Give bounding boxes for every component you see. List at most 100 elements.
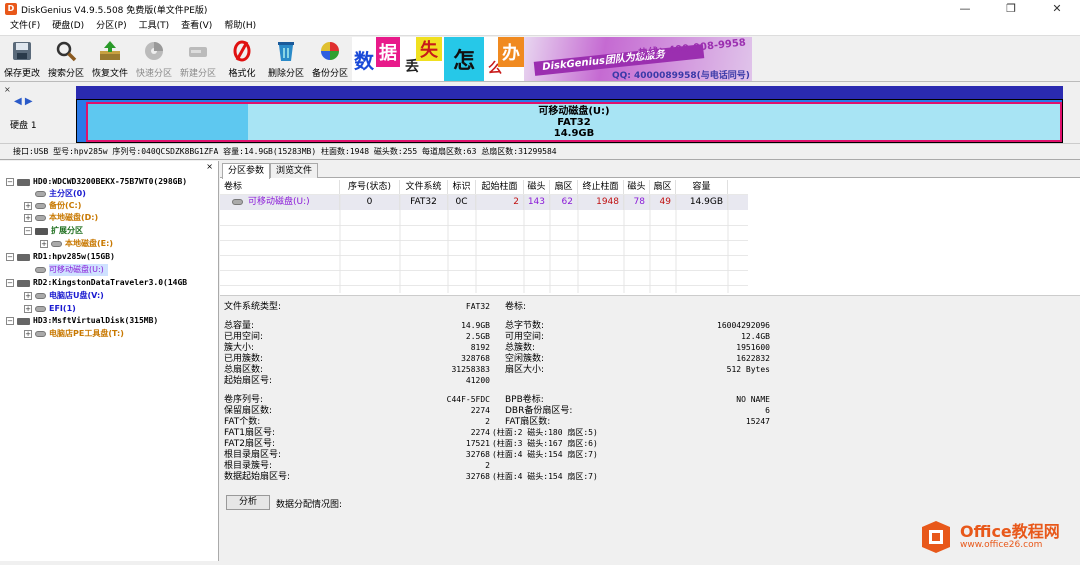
menu-partition[interactable]: 分区(P)	[90, 18, 132, 35]
menu-file[interactable]: 文件(F)	[4, 18, 46, 35]
table-cell-text: 0C	[455, 197, 468, 207]
new-partition-icon	[185, 38, 211, 64]
tree-partition-node[interactable]: + 本地磁盘(E:)	[40, 238, 113, 250]
column-header[interactable]: 起始柱面	[476, 180, 524, 194]
column-header[interactable]: 扇区	[650, 180, 676, 194]
delete-partition-button[interactable]: 删除分区	[264, 36, 308, 82]
tree-node-label: EFI(1)	[49, 304, 76, 313]
prev-disk-icon[interactable]: ◀	[14, 96, 22, 107]
partition-block-text: 可移动磁盘(U:) FAT32 14.9GB	[88, 106, 1060, 139]
table-cell-text: 2	[513, 197, 519, 207]
column-header[interactable]: 标识	[448, 180, 476, 194]
minimize-button[interactable]: —	[942, 0, 988, 18]
column-header[interactable]: 序号(状态)	[340, 180, 400, 194]
menu-help[interactable]: 帮助(H)	[218, 18, 262, 35]
tree-node-label: HD0:WDCWD3200BEKX-75B7WT0(298GB)	[33, 177, 188, 186]
field-value: C44F-5FDC	[446, 395, 490, 404]
tree-partition-node[interactable]: 主分区(0)	[24, 188, 86, 200]
tree-node-label: 扩展分区	[51, 226, 83, 235]
field-value: 32768	[465, 450, 490, 459]
disk-info-bar: 接口:USB 型号:hpv285w 序列号:040QCSDZK8BG1ZFA 容…	[0, 144, 1080, 160]
column-header[interactable]: 卷标	[220, 180, 340, 194]
collapse-icon[interactable]: −	[6, 279, 14, 287]
expand-icon[interactable]: +	[40, 240, 48, 248]
tree-partition-node[interactable]: + EFI(1)	[24, 303, 76, 315]
partition-icon	[35, 227, 48, 235]
banner-char-2: 据	[376, 37, 400, 67]
expand-icon[interactable]: +	[24, 202, 32, 210]
search-partition-button[interactable]: 搜索分区	[44, 36, 88, 82]
next-disk-icon[interactable]: ▶	[25, 96, 33, 107]
field-value: 2.5GB	[465, 332, 490, 341]
tree-close-icon[interactable]: ×	[206, 162, 213, 171]
field-label: 可用空间:	[505, 332, 545, 342]
tab-partition-params[interactable]: 分区参数	[222, 163, 271, 179]
tree-partition-node[interactable]: + 备份(C:)	[24, 200, 81, 212]
collapse-icon[interactable]: −	[6, 317, 14, 325]
maximize-button[interactable]: ❐	[988, 0, 1034, 18]
expand-icon[interactable]: +	[24, 305, 32, 313]
tree-partition-node[interactable]: 可移动磁盘(U:)	[24, 264, 108, 276]
format-button[interactable]: 格式化	[220, 36, 264, 82]
tree-partition-node[interactable]: − 扩展分区	[24, 225, 83, 237]
tree-node-label: 可移动磁盘(U:)	[49, 264, 108, 276]
table-cell-text: FAT32	[410, 197, 437, 207]
table-cell-text: 14.9GB	[689, 197, 723, 207]
save-changes-button[interactable]: 保存更改	[0, 36, 44, 82]
table-row[interactable]: 可移动磁盘(U:) 0 FAT32 0C 2 143 62 1948 78 49 14.9GB	[220, 195, 748, 210]
banner-char-4: 失	[416, 37, 442, 61]
collapse-icon[interactable]: −	[6, 178, 14, 186]
menu-tools[interactable]: 工具(T)	[133, 18, 176, 35]
ad-banner[interactable]: 数 据 丢 失 怎 么 办 DiskGenius团队为您服务 热线：400-00…	[352, 37, 752, 81]
table-cell: 49	[650, 195, 676, 210]
backup-partition-button[interactable]: 备份分区	[308, 36, 352, 82]
collapse-icon[interactable]: −	[6, 253, 14, 261]
tree-partition-node[interactable]: + 电脑店U盘(V:)	[24, 290, 104, 302]
delete-icon	[273, 38, 299, 64]
new-partition-button[interactable]: 新建分区	[176, 36, 220, 82]
tree-node-label: 电脑店PE工具盘(T:)	[49, 329, 124, 338]
column-header[interactable]: 文件系统	[400, 180, 448, 194]
recover-files-button[interactable]: 恢复文件	[88, 36, 132, 82]
tree-disk-node[interactable]: − RD2:KingstonDataTraveler3.0(14GB	[6, 277, 187, 289]
collapse-icon[interactable]: −	[24, 227, 32, 235]
tab-browse-files[interactable]: 浏览文件	[270, 163, 319, 178]
field-label: 根目录扇区号:	[224, 450, 282, 460]
watermark-url: www.office26.com	[960, 540, 1043, 550]
quick-partition-button[interactable]: 快速分区	[132, 36, 176, 82]
search-icon	[53, 38, 79, 64]
table-cell: 14.9GB	[676, 195, 728, 210]
field-value: 12.4GB	[741, 332, 770, 341]
column-header[interactable]: 终止柱面	[578, 180, 624, 194]
column-header[interactable]: 扇区	[550, 180, 578, 194]
tree-disk-node[interactable]: − HD3:MsftVirtualDisk(315MB)	[6, 315, 158, 327]
expand-icon[interactable]: +	[24, 330, 32, 338]
expand-icon[interactable]: +	[24, 214, 32, 222]
tree-disk-node[interactable]: − RD1:hpv285w(15GB)	[6, 251, 115, 263]
column-header[interactable]: 容量	[676, 180, 728, 194]
disk-panel-close-icon[interactable]: ×	[4, 85, 11, 94]
column-header[interactable]: 磁头	[624, 180, 650, 194]
table-cell: 0	[340, 195, 400, 210]
field-label: 保留扇区数:	[224, 406, 273, 416]
expand-icon[interactable]: +	[24, 292, 32, 300]
chs-note: (柱面:3 磁头:167 扇区:6)	[492, 439, 598, 448]
menu-disk[interactable]: 硬盘(D)	[46, 18, 90, 35]
tree-disk-node[interactable]: − HD0:WDCWD3200BEKX-75B7WT0(298GB)	[6, 176, 187, 188]
menu-view[interactable]: 查看(V)	[175, 18, 218, 35]
tree-partition-node[interactable]: + 电脑店PE工具盘(T:)	[24, 328, 124, 340]
field-label: 已用空间:	[224, 332, 264, 342]
format-icon	[229, 38, 255, 64]
disk-nav-arrows: ◀ ▶	[14, 96, 33, 107]
window-title: DiskGenius V4.9.5.508 免费版(单文件PE版)	[21, 5, 208, 16]
field-value: NO NAME	[736, 395, 770, 404]
chs-note: (柱面:2 磁头:180 扇区:5)	[492, 428, 598, 437]
tree-partition-node[interactable]: + 本地磁盘(D:)	[24, 212, 98, 224]
column-header[interactable]: 磁头	[524, 180, 550, 194]
close-button[interactable]: ✕	[1034, 0, 1080, 18]
partition-block[interactable]: 可移动磁盘(U:) FAT32 14.9GB	[86, 102, 1062, 142]
tab-bar: 分区参数 浏览文件	[220, 161, 1080, 179]
table-cell-text: 143	[527, 197, 545, 207]
partition-map[interactable]: 可移动磁盘(U:) FAT32 14.9GB	[76, 86, 1063, 143]
analyze-button[interactable]: 分析	[226, 495, 270, 510]
